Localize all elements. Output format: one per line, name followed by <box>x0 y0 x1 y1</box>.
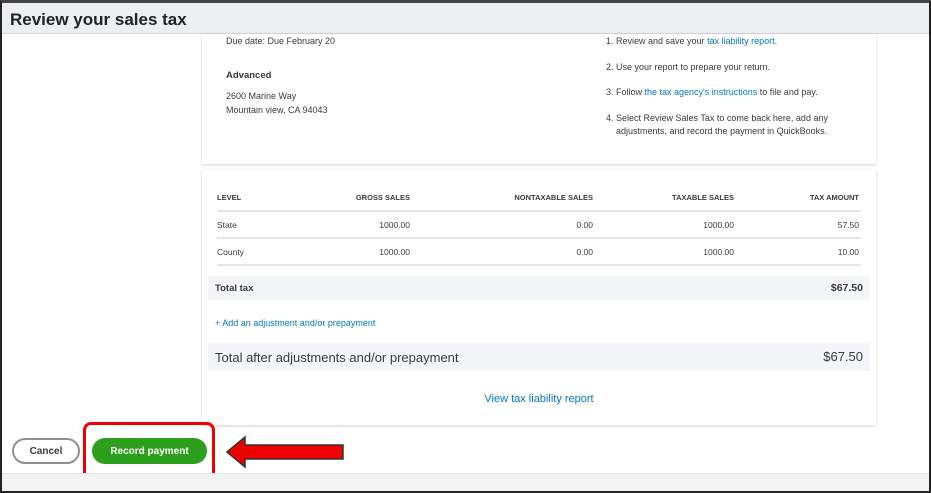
window-frame <box>0 0 931 493</box>
